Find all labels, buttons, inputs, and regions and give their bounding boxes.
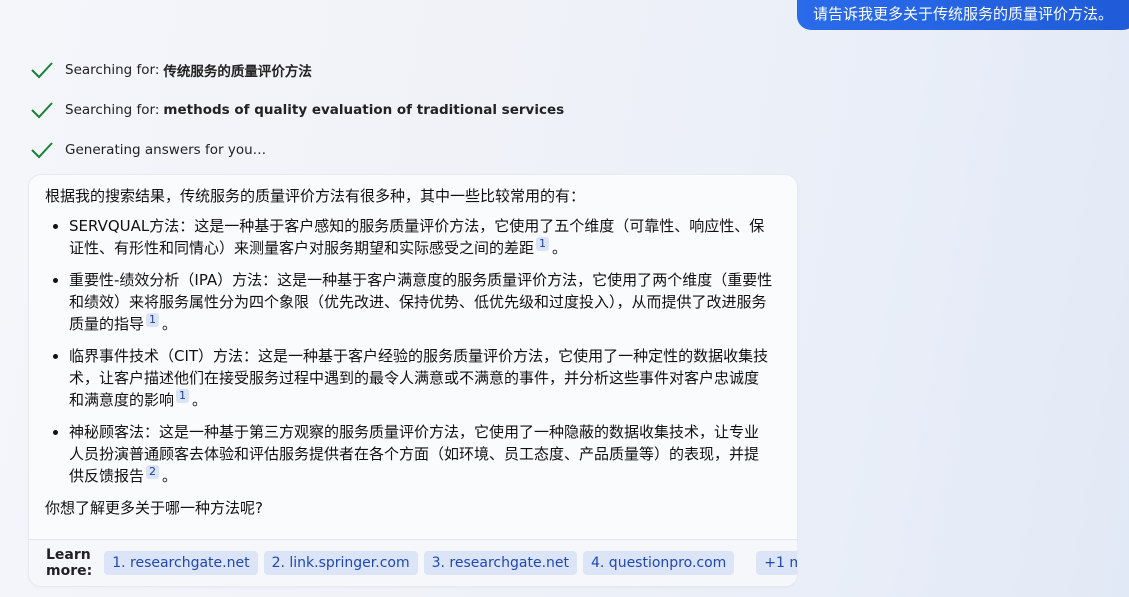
user-message-text: 请告诉我更多关于传统服务的质量评价方法。 xyxy=(813,5,1114,23)
citation-link[interactable]: 2 xyxy=(146,465,160,479)
source-link-1[interactable]: 1. researchgate.net xyxy=(104,551,258,575)
list-item: 神秘顾客法：这是一种基于第三方观察的服务质量评价方法，它使用了一种隐蔽的数据收集… xyxy=(45,421,777,487)
learn-more-label: Learn more: xyxy=(46,547,93,579)
list-item-end: 。 xyxy=(162,467,178,485)
check-icon xyxy=(31,62,53,79)
step-label: Searching for: xyxy=(65,62,160,78)
list-item: 重要性-绩效分析（IPA）方法：这是一种基于客户满意度的服务质量评价方法，它使用… xyxy=(45,269,777,335)
source-link-2[interactable]: 2. link.springer.com xyxy=(263,551,418,575)
generating-step: Generating answers for you… xyxy=(30,138,270,162)
list-item-end: 。 xyxy=(192,391,208,409)
learn-more-bar: Learn more: 1. researchgate.net 2. link.… xyxy=(29,539,797,586)
search-step-2: Searching for: methods of quality evalua… xyxy=(30,98,564,122)
step-label: Searching for: xyxy=(65,102,160,118)
check-icon xyxy=(31,102,53,119)
more-sources-button[interactable]: +1 more xyxy=(756,551,797,575)
citation-link[interactable]: 1 xyxy=(176,389,190,403)
list-item-end: 。 xyxy=(162,315,178,333)
step-query: methods of quality evaluation of traditi… xyxy=(163,102,565,118)
list-item: 临界事件技术（CIT）方法：这是一种基于客户经验的服务质量评价方法，它使用了一种… xyxy=(45,345,777,411)
method-list: SERVQUAL方法：这是一种基于客户感知的服务质量评价方法，它使用了五个维度（… xyxy=(45,215,777,487)
list-item: SERVQUAL方法：这是一种基于客户感知的服务质量评价方法，它使用了五个维度（… xyxy=(45,215,777,259)
source-link-4[interactable]: 4. questionpro.com xyxy=(583,551,735,575)
citation-link[interactable]: 1 xyxy=(146,313,160,327)
source-link-3[interactable]: 3. researchgate.net xyxy=(423,551,577,575)
answer-card: 根据我的搜索结果，传统服务的质量评价方法有很多种，其中一些比较常用的有： SER… xyxy=(29,175,797,586)
step-query: 传统服务的质量评价方法 xyxy=(163,64,312,80)
list-item-text: 临界事件技术（CIT）方法：这是一种基于客户经验的服务质量评价方法，它使用了一种… xyxy=(69,347,769,409)
answer-intro: 根据我的搜索结果，传统服务的质量评价方法有很多种，其中一些比较常用的有： xyxy=(45,187,586,205)
user-message-bubble: 请告诉我更多关于传统服务的质量评价方法。 xyxy=(797,0,1129,30)
citation-link[interactable]: 1 xyxy=(536,237,550,251)
check-icon xyxy=(31,142,53,159)
answer-body: 根据我的搜索结果，传统服务的质量评价方法有很多种，其中一些比较常用的有： SER… xyxy=(29,175,797,519)
list-item-text: SERVQUAL方法：这是一种基于客户感知的服务质量评价方法，它使用了五个维度（… xyxy=(69,217,765,257)
step-label: Generating answers for you… xyxy=(65,142,267,158)
list-item-end: 。 xyxy=(552,239,568,257)
answer-outro: 你想了解更多关于哪一种方法呢? xyxy=(45,499,263,517)
search-step-1: Searching for: 传统服务的质量评价方法 xyxy=(30,58,312,82)
